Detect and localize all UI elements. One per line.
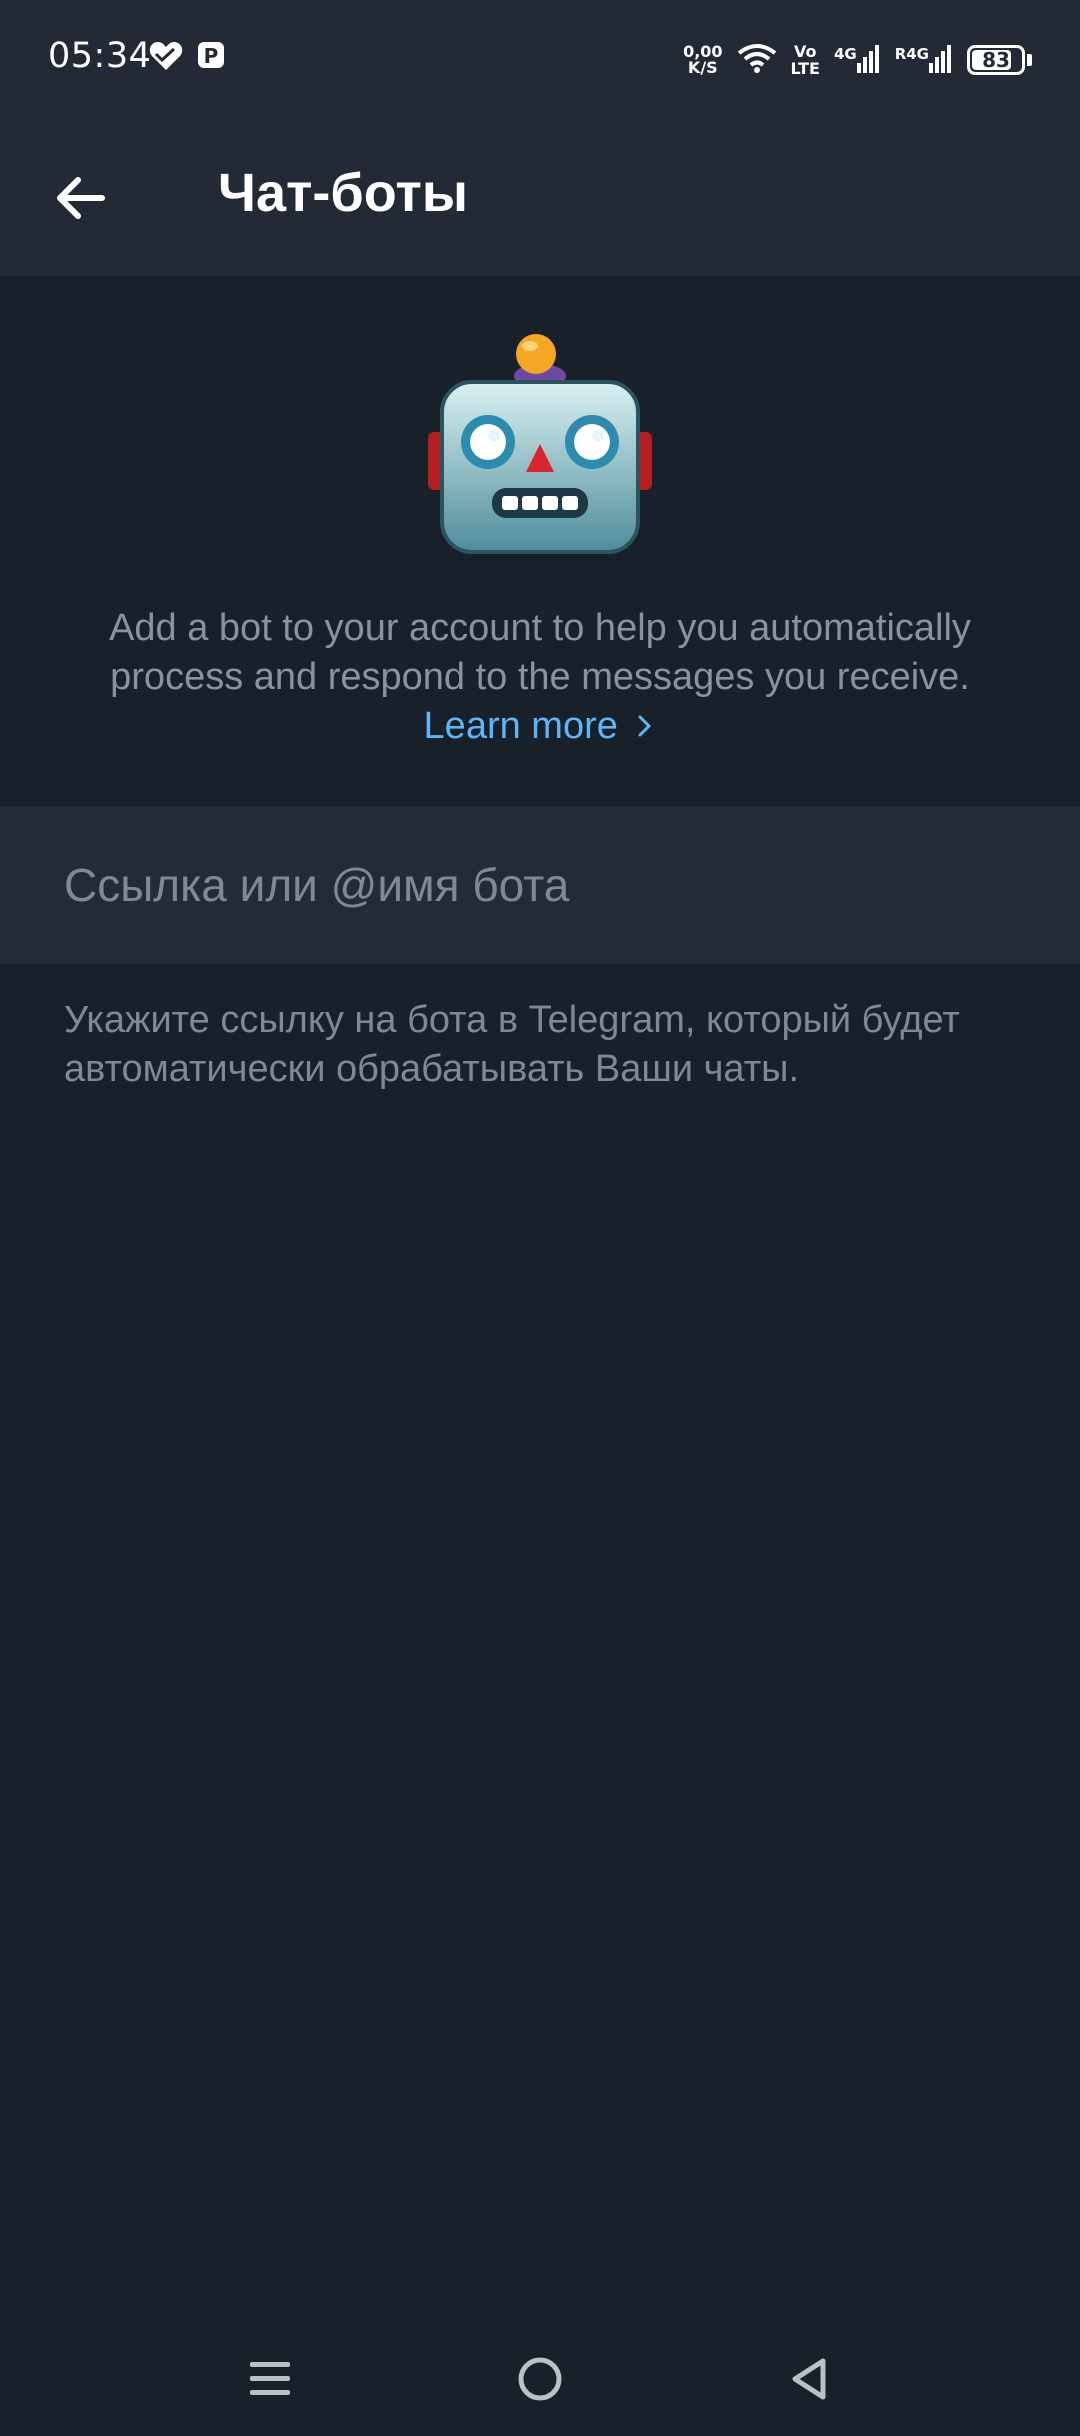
robot-emoji-icon [428,324,652,554]
menu-icon [250,2362,290,2395]
volte-indicator: Vo LTE [791,43,820,77]
status-bar: 05:34 P 0,00 K/S Vo LTE 4G R4G 83 [0,0,1080,118]
network-type-2: R4G [894,45,929,63]
nav-back-button[interactable] [765,2334,855,2424]
learn-more-link[interactable]: Learn more [424,705,657,747]
home-icon [518,2357,562,2401]
volte-bottom: LTE [790,59,820,78]
system-nav-bar [0,2320,1080,2436]
back-arrow-icon [57,177,105,219]
battery-level: 83 [982,48,1010,72]
svg-text:P: P [204,44,219,68]
hero-description: Add a bot to your account to help you au… [80,604,1000,751]
hero-description-text: Add a bot to your account to help you au… [109,607,971,698]
network-type-1: 4G [833,45,857,63]
menu-button[interactable] [225,2334,315,2424]
network-speed: 0,00 K/S [683,44,722,76]
wifi-icon [737,42,777,78]
speed-unit: K/S [687,58,718,77]
bot-input-row [0,806,1080,964]
input-hint: Укажите ссылку на бота в Telegram, котор… [64,999,960,1090]
page-title: Чат-боты [218,163,468,223]
hero-section: Add a bot to your account to help you au… [0,276,1080,806]
battery-tip [1027,54,1032,66]
p-app-icon: P [196,40,226,76]
battery-icon: 83 [967,45,1025,75]
heart-icon [148,40,184,76]
status-time: 05:34 [48,36,152,76]
back-icon [792,2358,826,2400]
app-bar: Чат-боты [0,118,1080,276]
bot-username-input[interactable] [0,806,1080,964]
back-button[interactable] [42,158,122,238]
signal-icon [929,43,953,77]
home-button[interactable] [495,2334,585,2424]
chevron-right-icon [638,715,652,737]
learn-more-label: Learn more [423,705,618,747]
volte-top: Vo [793,42,817,61]
signal-icon [856,43,881,77]
